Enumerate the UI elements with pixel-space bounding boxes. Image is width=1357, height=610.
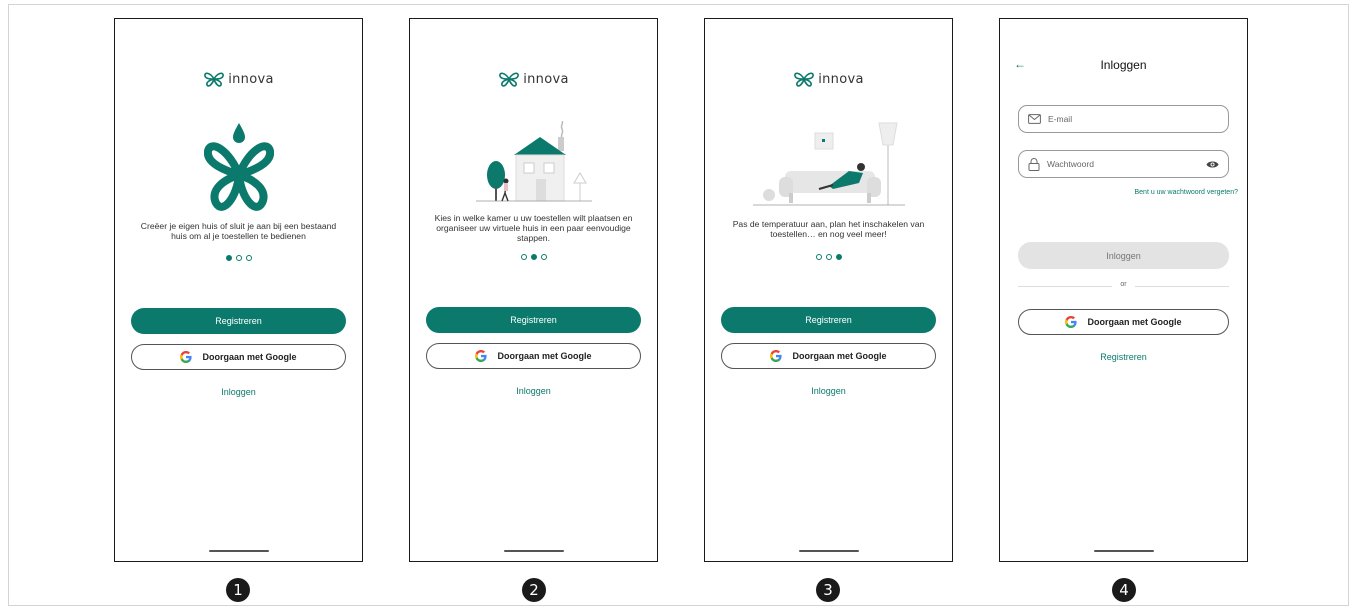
butterfly-logo-icon [794,72,815,87]
pager-dot[interactable] [520,254,527,260]
pager-dots[interactable] [410,254,657,260]
house-illustration [410,121,657,209]
brand-name: innova [818,71,864,87]
phone-screen-onboarding-1: innova Creëer je eigen huis of sluit je … [114,18,363,562]
login-link[interactable]: Inloggen [705,386,952,396]
pager-dot[interactable] [540,254,547,260]
pager-dot[interactable] [530,254,537,260]
pager-dot[interactable] [825,254,832,260]
page-title: Inloggen [1100,58,1147,72]
lock-icon [1028,157,1040,171]
login-link[interactable]: Inloggen [410,386,657,396]
password-placeholder: Wachtwoord [1047,159,1094,169]
divider-line [1135,286,1229,287]
google-button-label: Doorgaan met Google [202,352,297,362]
google-signin-button[interactable]: Doorgaan met Google [426,343,641,369]
onboarding-description: Pas de temperatuur aan, plan het inschak… [732,219,925,239]
brand-logo: innova [705,71,952,87]
register-link[interactable]: Registreren [1000,352,1247,362]
pager-dot[interactable] [815,254,822,260]
onboarding-description: Creëer je eigen huis of sluit je aan bij… [140,221,337,241]
eye-icon[interactable] [1206,160,1219,169]
sofa-icon [752,122,905,206]
home-indicator[interactable] [503,550,564,552]
google-button-label: Doorgaan met Google [792,351,887,361]
login-link[interactable]: Inloggen [115,387,362,397]
phone-screen-login: ← Inloggen E-mail Wachtwoord Bent u uw w… [999,18,1248,562]
google-signin-button[interactable]: Doorgaan met Google [1018,309,1229,335]
mail-icon [1028,114,1041,124]
step-marker: 2 [522,578,546,602]
pager-dots[interactable] [705,254,952,260]
butterfly-icon [203,123,274,211]
pager-dot[interactable] [225,255,232,261]
brand-name: innova [228,71,274,87]
house-icon [475,121,592,202]
register-button[interactable]: Registreren [426,307,641,333]
brand-name: innova [523,71,569,87]
living-room-illustration [705,121,952,211]
pager-dot[interactable] [245,255,252,261]
google-icon [1065,316,1078,328]
login-button[interactable]: Inloggen [1018,242,1229,269]
home-indicator[interactable] [208,550,269,552]
email-placeholder: E-mail [1048,114,1073,124]
butterfly-illustration [115,123,362,213]
home-indicator[interactable] [1093,550,1154,552]
google-icon [770,350,783,362]
phone-screen-onboarding-3: innova Pas de temperatuur aan, plan het … [704,18,953,562]
pager-dot[interactable] [235,255,242,261]
email-field[interactable]: E-mail [1018,105,1229,133]
pager-dots[interactable] [115,255,362,261]
register-button[interactable]: Registreren [721,307,936,333]
butterfly-logo-icon [204,72,225,87]
google-button-label: Doorgaan met Google [497,351,592,361]
brand-logo: innova [410,71,657,87]
step-marker: 1 [226,578,250,602]
phone-screen-onboarding-2: innova Kies in welke kamer u uw toestell… [409,18,658,562]
pager-dot[interactable] [835,254,842,260]
step-marker: 4 [1112,578,1136,602]
google-signin-button[interactable]: Doorgaan met Google [721,343,936,369]
register-button[interactable]: Registreren [131,308,346,334]
or-divider: or [1018,281,1229,291]
butterfly-logo-icon [499,72,520,87]
brand-logo: innova [115,71,362,87]
google-signin-button[interactable]: Doorgaan met Google [131,344,346,370]
google-icon [475,350,488,362]
google-icon [180,351,193,363]
step-marker: 3 [816,578,840,602]
onboarding-description: Kies in welke kamer u uw toestellen wilt… [434,213,633,243]
password-field[interactable]: Wachtwoord [1018,150,1229,178]
forgot-password-link[interactable]: Bent u uw wachtwoord vergeten? [1134,189,1238,196]
home-indicator[interactable] [798,550,859,552]
google-button-label: Doorgaan met Google [1087,317,1182,327]
